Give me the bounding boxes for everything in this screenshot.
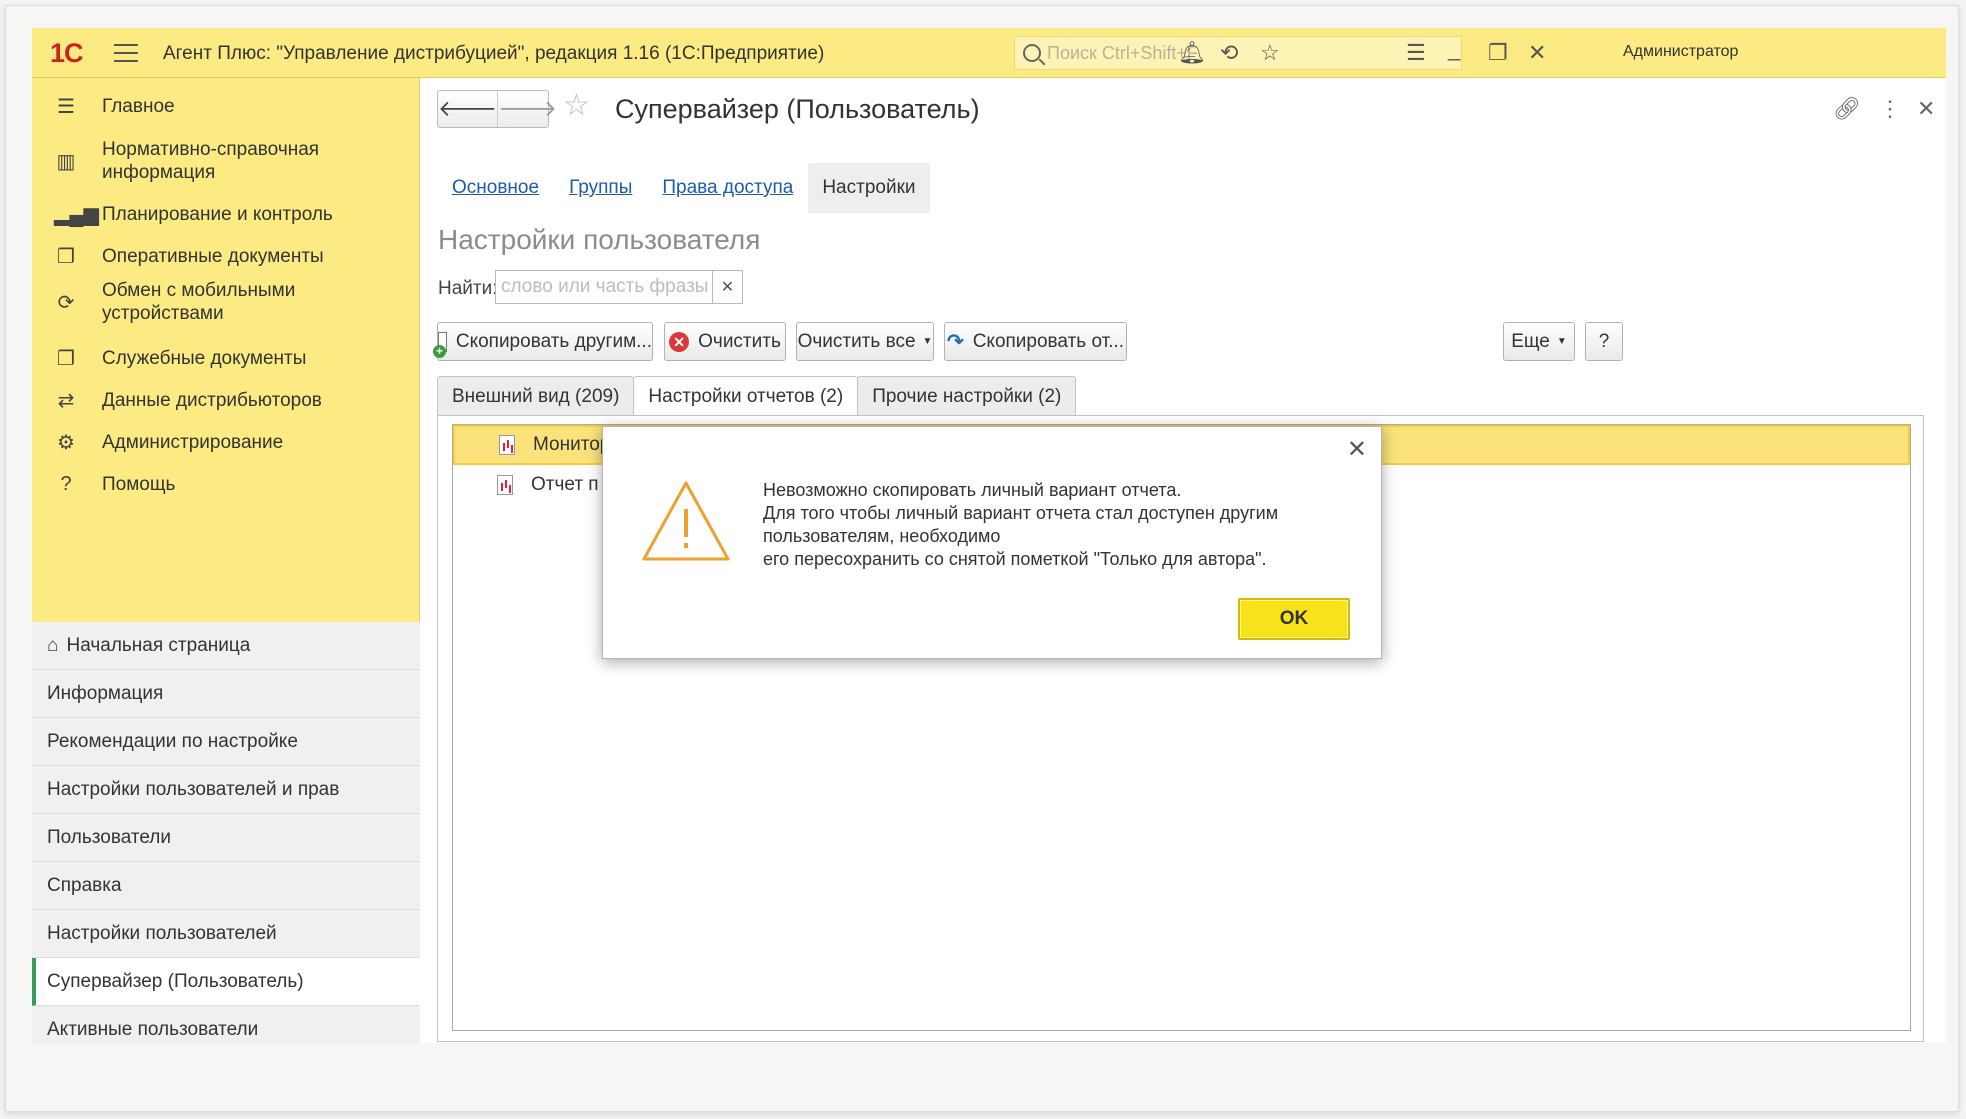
- dialog-message: Невозможно скопировать личный вариант от…: [763, 480, 1279, 569]
- user-name[interactable]: Администратор: [1623, 43, 1738, 61]
- more-caret-icon: ▼: [1556, 336, 1567, 347]
- copy-from-button[interactable]: ↷ Скопировать от...: [944, 322, 1127, 361]
- search-placeholder: Поиск Ctrl+Shift+F: [1047, 42, 1198, 63]
- navigation-buttons: 🡐 🡒: [437, 90, 557, 128]
- distributor-icon: ⇄: [57, 389, 75, 412]
- history-icon[interactable]: ⟲: [1220, 40, 1238, 66]
- clear-all-button[interactable]: Очистить все ▼: [796, 322, 934, 361]
- sidebar-item-mobile-exchange[interactable]: ⟳ Обмен с мобильными устройствами: [32, 274, 420, 330]
- sidebar: ☰ Главное ▥ Нормативно-справочная информ…: [32, 78, 420, 1043]
- hamburger-icon: ☰: [57, 95, 75, 118]
- app-window: 1С Агент Плюс: "Управление дистрибуцией"…: [32, 28, 1946, 1043]
- gear-icon: ⚙: [57, 431, 75, 454]
- sidebar-item-main[interactable]: ☰ Главное: [32, 84, 420, 128]
- page-title: Супервайзер (Пользователь): [615, 94, 980, 124]
- copy-document-icon: [433, 331, 447, 358]
- find-label: Найти:: [438, 278, 498, 299]
- tab-report-settings[interactable]: Настройки отчетов (2): [633, 376, 859, 417]
- forward-arrow-icon[interactable]: 🡒: [497, 91, 557, 127]
- form-tabs: Основное Группы Права доступа Настройки: [437, 162, 945, 214]
- ok-button[interactable]: OK: [1238, 598, 1350, 640]
- catalog-icon: ▥: [56, 150, 76, 173]
- more-vertical-icon[interactable]: ⋮: [1879, 96, 1901, 122]
- report-icon: [497, 475, 513, 495]
- back-arrow-icon[interactable]: 🡐: [438, 91, 497, 127]
- dropdown-caret-icon: ▼: [922, 336, 933, 347]
- sidebar-item-distributor-data[interactable]: ⇄ Данные дистрибьюторов: [32, 378, 420, 422]
- copy-from-arrow-icon: ↷: [946, 331, 964, 353]
- tab-groups[interactable]: Группы: [569, 177, 632, 199]
- open-window-recommendations[interactable]: Рекомендации по настройке: [32, 718, 420, 766]
- open-window-help[interactable]: Справка: [32, 862, 420, 910]
- close-window-icon[interactable]: ✕: [1528, 40, 1546, 66]
- warning-dialog: ✕ Невозможно скопировать личный вариант …: [602, 426, 1382, 659]
- more-button[interactable]: Еще ▼: [1503, 322, 1575, 361]
- 1c-logo: 1С: [50, 38, 84, 68]
- service-docs-icon: ❐: [57, 347, 75, 370]
- help-icon: ?: [60, 472, 72, 495]
- open-window-user-settings[interactable]: Настройки пользователей: [32, 910, 420, 958]
- help-button[interactable]: ?: [1585, 322, 1623, 361]
- settings-menu-icon[interactable]: ☰: [1406, 40, 1426, 66]
- sidebar-item-reference[interactable]: ▥ Нормативно-справочная информация: [32, 133, 420, 189]
- bell-icon[interactable]: 🔔︎: [1178, 40, 1206, 66]
- find-clear-button[interactable]: ✕: [713, 270, 743, 304]
- find-placeholder: слово или часть фразы: [501, 276, 709, 297]
- find-input[interactable]: слово или часть фразы: [495, 270, 713, 304]
- restore-icon[interactable]: ❐: [1488, 40, 1508, 66]
- app-title: Агент Плюс: "Управление дистрибуцией", р…: [163, 43, 825, 64]
- screenshot-frame: 1С Агент Плюс: "Управление дистрибуцией"…: [5, 5, 1959, 1112]
- link-icon[interactable]: 🔗︎: [1833, 96, 1861, 122]
- favorite-star-icon[interactable]: ☆: [563, 88, 590, 123]
- clear-button[interactable]: ✕ Очистить: [664, 322, 786, 361]
- home-icon: ⌂: [47, 634, 59, 656]
- open-window-supervisor[interactable]: Супервайзер (Пользователь): [32, 958, 420, 1006]
- title-bar: 1С Агент Плюс: "Управление дистрибуцией"…: [32, 28, 1946, 78]
- favorites-star-icon[interactable]: ☆: [1260, 40, 1280, 66]
- report-icon: [499, 435, 515, 455]
- open-window-users-rights[interactable]: Настройки пользователей и прав: [32, 766, 420, 814]
- tab-settings[interactable]: Настройки: [808, 163, 930, 213]
- clear-icon: ✕: [669, 331, 690, 352]
- sidebar-item-planning[interactable]: ▂▄▆ Планирование и контроль: [32, 192, 420, 236]
- main-menu-icon[interactable]: [114, 44, 138, 62]
- copy-to-others-button[interactable]: Скопировать другим...: [433, 322, 653, 361]
- sidebar-item-administration[interactable]: ⚙ Администрирование: [32, 420, 420, 464]
- settings-tabs: Внешний вид (209) Настройки отчетов (2) …: [437, 376, 1077, 417]
- minimize-icon[interactable]: _: [1448, 36, 1460, 62]
- open-windows-list: ⌂ Начальная страница Информация Рекоменд…: [32, 622, 420, 1043]
- dialog-close-icon[interactable]: ✕: [1347, 435, 1367, 464]
- documents-icon: ❐: [57, 245, 75, 268]
- sidebar-item-service-docs[interactable]: ❐ Служебные документы: [32, 336, 420, 380]
- open-window-info[interactable]: Информация: [32, 670, 420, 718]
- open-window-home[interactable]: ⌂ Начальная страница: [32, 622, 420, 670]
- sidebar-item-help[interactable]: ? Помощь: [32, 462, 420, 506]
- open-window-active-users[interactable]: Активные пользователи: [32, 1006, 420, 1043]
- section-title: Настройки пользователя: [438, 224, 761, 255]
- search-icon: [1023, 44, 1041, 62]
- chart-icon: ▂▄▆: [54, 203, 99, 226]
- tab-main[interactable]: Основное: [452, 177, 539, 199]
- tab-access-rights[interactable]: Права доступа: [662, 177, 793, 199]
- sync-icon: ⟳: [57, 291, 75, 314]
- close-form-icon[interactable]: ✕: [1917, 96, 1935, 122]
- tab-appearance[interactable]: Внешний вид (209): [437, 376, 635, 416]
- warning-icon: [642, 481, 730, 561]
- tab-other-settings[interactable]: Прочие настройки (2): [857, 376, 1077, 416]
- open-window-users[interactable]: Пользователи: [32, 814, 420, 862]
- sidebar-item-operational-docs[interactable]: ❐ Оперативные документы: [32, 234, 420, 278]
